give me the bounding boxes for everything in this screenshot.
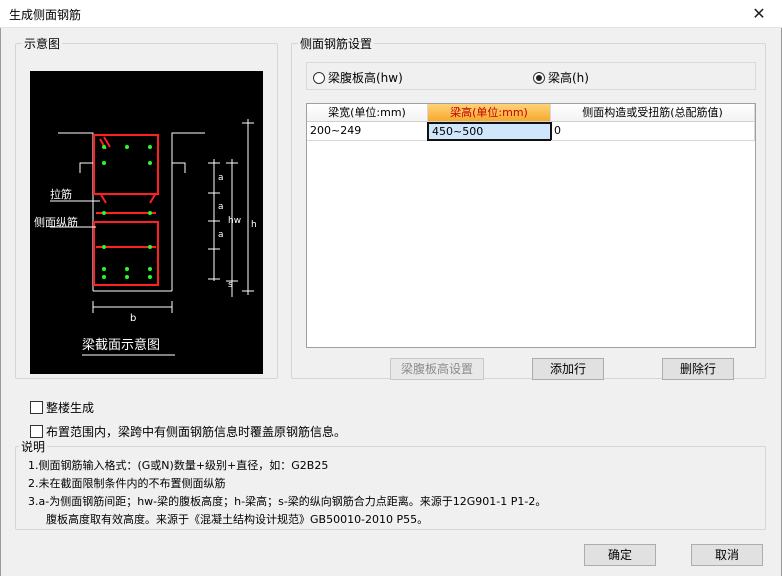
close-icon[interactable]: ✕	[736, 0, 782, 28]
col-header-torsion[interactable]: 侧面构造或受扭筋(总配筋值)	[551, 104, 755, 122]
add-row-button[interactable]: 添加行	[532, 358, 604, 380]
dim-label-h: h	[251, 220, 257, 230]
note-line-3: 3.a-为侧面钢筋间距；hw-梁的腹板高度；h-梁高；s-梁的纵向钢筋合力点距离…	[28, 495, 547, 508]
ok-button[interactable]: 确定	[584, 544, 656, 566]
dim-label-a2: a	[218, 202, 224, 212]
side-rebar-settings-group: 侧面钢筋设置 梁腹板高(hw) 梁高(h) 梁宽(单位:mm) 梁高(单位:mm…	[291, 35, 766, 380]
note-line-2: 2.未在截面限制条件内的不布置侧面纵筋	[28, 477, 226, 490]
whole-building-label: 整楼生成	[46, 401, 95, 415]
note-line-4: 腹板高度取有效高度。来源于《混凝土结构设计规范》GB50010-2010 P55…	[46, 513, 429, 526]
dialog-client: 示意图 a a a hw h s b 拉筋 侧面纵筋 梁截面示意图 侧面钢筋设置…	[0, 28, 782, 576]
delete-row-button[interactable]: 删除行	[662, 358, 734, 380]
diagram-group-label: 示意图	[22, 35, 63, 52]
title-bar: 生成侧面钢筋 ✕	[0, 0, 782, 28]
diagram-caption: 梁截面示意图	[82, 337, 160, 353]
diagram-group: 示意图 a a a hw h s b 拉筋 侧面纵筋 梁截面示意图	[15, 35, 278, 379]
radio-row: 梁腹板高(hw) 梁高(h)	[306, 62, 756, 90]
dim-label-b: b	[130, 313, 136, 324]
radio-beam-height-label: 梁高(h)	[548, 71, 589, 85]
radio-beam-height-dot[interactable]	[533, 71, 545, 84]
beam-section-svg: a a a hw h s b 拉筋 侧面纵筋 梁截面示意图	[34, 119, 257, 356]
overwrite-label: 布置范围内，梁跨中有侧面钢筋信息时覆盖原钢筋信息。	[46, 425, 347, 439]
label-tie-bar: 拉筋	[50, 187, 72, 201]
slab-outline-right	[171, 132, 205, 173]
dim-label-hw: hw	[228, 216, 241, 226]
overwrite-box[interactable]	[30, 425, 43, 438]
web-height-settings-button[interactable]: 梁腹板高设置	[390, 358, 484, 380]
overwrite-checkbox[interactable]: 布置范围内，梁跨中有侧面钢筋信息时覆盖原钢筋信息。	[30, 423, 346, 440]
rebar-table[interactable]: 梁宽(单位:mm) 梁高(单位:mm) 侧面构造或受扭筋(总配筋值) 200~2…	[306, 103, 756, 348]
note-line-1: 1.侧面钢筋输入格式：(G或N)数量+级别+直径，如：G2B25	[28, 459, 329, 472]
beam-section-diagram: a a a hw h s b 拉筋 侧面纵筋 梁截面示意图	[30, 71, 263, 374]
dim-label-s: s	[228, 280, 233, 290]
table-cell-torsion[interactable]: 0	[551, 122, 755, 141]
dim-label-a1: a	[218, 173, 224, 183]
whole-building-checkbox[interactable]: 整楼生成	[30, 399, 94, 416]
settings-group-label: 侧面钢筋设置	[298, 35, 375, 52]
radio-web-height-label: 梁腹板高(hw)	[328, 71, 403, 85]
notes-group-label: 说明	[19, 438, 48, 455]
dim-label-a3: a	[218, 230, 224, 240]
col-header-width[interactable]: 梁宽(单位:mm)	[307, 104, 428, 122]
dimension-lines	[50, 119, 254, 313]
table-cell-height[interactable]: 450~500	[427, 122, 552, 141]
radio-web-height-dot[interactable]	[313, 71, 325, 84]
whole-building-box[interactable]	[30, 401, 43, 414]
slab-outline-left	[58, 132, 94, 173]
label-side-rebar: 侧面纵筋	[34, 215, 78, 229]
radio-beam-height[interactable]: 梁高(h)	[533, 69, 589, 86]
cancel-button[interactable]: 取消	[691, 544, 763, 566]
radio-web-height[interactable]: 梁腹板高(hw)	[313, 69, 403, 86]
notes-group: 说明 1.侧面钢筋输入格式：(G或N)数量+级别+直径，如：G2B25 2.未在…	[15, 438, 766, 530]
col-header-height[interactable]: 梁高(单位:mm)	[428, 104, 551, 122]
table-cell-width[interactable]: 200~249	[307, 122, 428, 141]
window-title: 生成侧面钢筋	[9, 8, 82, 22]
